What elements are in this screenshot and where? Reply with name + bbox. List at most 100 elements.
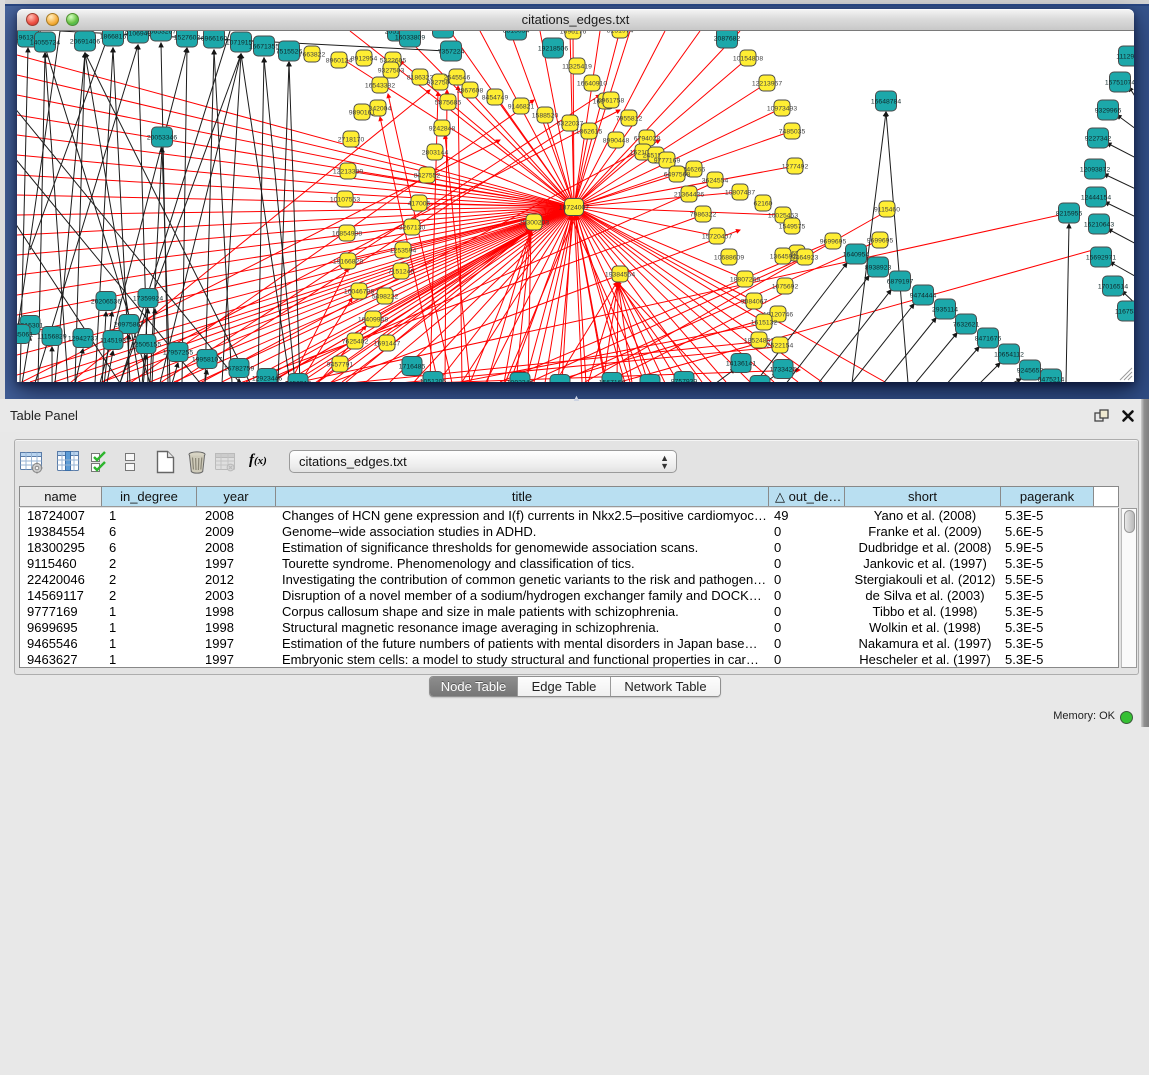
svg-text:1716485: 1716485 <box>399 364 426 371</box>
svg-text:2935114: 2935114 <box>932 307 958 314</box>
svg-text:1640954: 1640954 <box>843 252 870 259</box>
svg-text:2718170: 2718170 <box>338 137 365 144</box>
svg-text:2803144: 2803144 <box>422 150 449 157</box>
svg-text:1364592: 1364592 <box>770 254 797 261</box>
svg-text:8813054: 8813054 <box>503 31 530 35</box>
svg-text:9457791: 9457791 <box>327 362 354 369</box>
svg-text:8454749: 8454749 <box>482 95 509 102</box>
svg-text:7625402: 7625402 <box>342 339 369 346</box>
svg-text:16033809: 16033809 <box>395 35 425 42</box>
svg-text:6497568: 6497568 <box>664 172 691 179</box>
svg-text:20206536: 20206536 <box>91 299 121 306</box>
svg-text:9242848: 9242848 <box>429 126 456 133</box>
svg-text:17016514: 17016514 <box>1098 284 1128 291</box>
svg-text:62160: 62160 <box>754 201 773 208</box>
svg-text:12213389: 12213389 <box>333 169 363 176</box>
svg-text:1733426: 1733426 <box>770 367 797 374</box>
svg-text:2867608: 2867608 <box>457 88 484 95</box>
svg-text:9699695: 9699695 <box>820 239 847 246</box>
svg-text:1567164: 1567164 <box>599 380 626 383</box>
svg-text:1135061: 1135061 <box>17 332 33 339</box>
svg-text:2522154: 2522154 <box>767 343 794 350</box>
svg-text:1549575: 1549575 <box>779 224 806 231</box>
svg-text:19166829: 19166829 <box>333 259 363 266</box>
svg-text:7485035: 7485035 <box>779 129 806 136</box>
svg-text:1075692: 1075692 <box>772 284 799 291</box>
svg-text:9777169: 9777169 <box>654 158 681 165</box>
svg-text:12093872: 12093872 <box>1080 167 1110 174</box>
svg-text:9329966: 9329966 <box>1095 108 1122 115</box>
svg-text:8990448: 8990448 <box>603 138 630 145</box>
svg-text:16648784: 16648784 <box>871 99 901 106</box>
svg-text:1092344: 1092344 <box>507 380 534 383</box>
svg-text:12942737: 12942737 <box>68 336 98 343</box>
svg-text:16409948: 16409948 <box>358 317 388 324</box>
svg-text:1096176: 1096176 <box>560 31 587 36</box>
svg-text:7357224: 7357224 <box>438 49 465 56</box>
svg-text:9327503: 9327503 <box>378 68 405 75</box>
svg-text:18807249: 18807249 <box>730 277 760 284</box>
svg-text:8215955: 8215955 <box>1056 211 1083 218</box>
svg-text:25300203: 25300203 <box>519 220 549 227</box>
svg-text:6961758: 6961758 <box>598 98 625 105</box>
svg-text:7632621: 7632621 <box>953 322 980 329</box>
svg-text:18724007: 18724007 <box>559 205 589 212</box>
svg-text:17957255: 17957255 <box>163 350 193 357</box>
svg-text:12505155: 12505155 <box>131 342 161 349</box>
svg-text:15692971: 15692971 <box>1086 255 1116 262</box>
svg-text:1051992: 1051992 <box>430 31 457 33</box>
svg-text:10807487: 10807487 <box>725 190 755 197</box>
svg-text:8912954: 8912954 <box>351 56 378 63</box>
svg-text:7986322: 7986322 <box>690 212 717 219</box>
svg-text:1691447: 1691447 <box>374 341 401 348</box>
svg-text:10688609: 10688609 <box>714 255 744 262</box>
svg-text:12444154: 12444154 <box>1081 195 1111 202</box>
svg-text:9474444: 9474444 <box>910 293 937 300</box>
svg-text:2545546: 2545546 <box>444 75 471 82</box>
svg-text:16671355: 16671355 <box>249 44 279 51</box>
svg-text:8131974: 8131974 <box>607 31 634 35</box>
svg-text:20053346: 20053346 <box>147 135 177 142</box>
svg-text:11325419: 11325419 <box>562 64 592 71</box>
svg-text:16640910: 16640910 <box>577 81 607 88</box>
svg-text:1467819: 1467819 <box>637 382 664 383</box>
svg-text:3624554: 3624554 <box>702 178 729 185</box>
svg-text:10653267: 10653267 <box>146 31 176 36</box>
svg-text:16854988: 16854988 <box>332 231 362 238</box>
svg-text:9115460: 9115460 <box>874 207 900 214</box>
svg-text:5498222: 5498222 <box>372 294 399 301</box>
svg-text:20975867: 20975867 <box>114 322 144 329</box>
svg-text:9457791: 9457791 <box>547 382 574 383</box>
svg-text:1615132: 1615132 <box>751 320 778 327</box>
svg-text:6966160: 6966160 <box>201 36 228 43</box>
svg-text:21364436: 21364436 <box>674 192 704 199</box>
svg-text:9890161: 9890161 <box>349 110 376 117</box>
svg-text:1253594: 1253594 <box>390 248 417 255</box>
svg-text:9245652: 9245652 <box>1017 368 1044 375</box>
svg-text:7955812: 7955812 <box>616 116 643 123</box>
svg-text:1112905: 1112905 <box>1116 54 1134 61</box>
svg-text:19384554: 19384554 <box>605 272 635 279</box>
svg-text:3267130: 3267130 <box>399 225 426 232</box>
svg-text:16046798: 16046798 <box>344 289 374 296</box>
svg-text:19218506: 19218506 <box>538 46 568 53</box>
svg-text:6879197: 6879197 <box>887 279 914 286</box>
svg-text:9699695: 9699695 <box>867 238 894 245</box>
svg-text:9450512: 9450512 <box>285 381 312 383</box>
svg-text:1588520: 1588520 <box>532 113 559 120</box>
svg-text:1167533: 1167533 <box>1115 309 1134 316</box>
svg-text:10654112: 10654112 <box>994 352 1024 359</box>
svg-text:10154808: 10154808 <box>733 56 763 63</box>
svg-text:6794028: 6794028 <box>634 136 661 143</box>
svg-text:1145193: 1145193 <box>100 338 126 345</box>
svg-text:19958107: 19958107 <box>192 357 222 364</box>
svg-text:1362615: 1362615 <box>576 129 603 136</box>
svg-text:8938923: 8938923 <box>865 265 892 272</box>
svg-text:9084067: 9084067 <box>741 299 768 306</box>
svg-text:17359924: 17359924 <box>133 296 163 303</box>
svg-text:16543382: 16543382 <box>365 83 395 90</box>
svg-text:6322037: 6322037 <box>557 121 584 128</box>
svg-text:14055724: 14055724 <box>30 40 60 47</box>
svg-text:1277492: 1277492 <box>782 164 809 171</box>
svg-text:9227342: 9227342 <box>1085 136 1112 143</box>
